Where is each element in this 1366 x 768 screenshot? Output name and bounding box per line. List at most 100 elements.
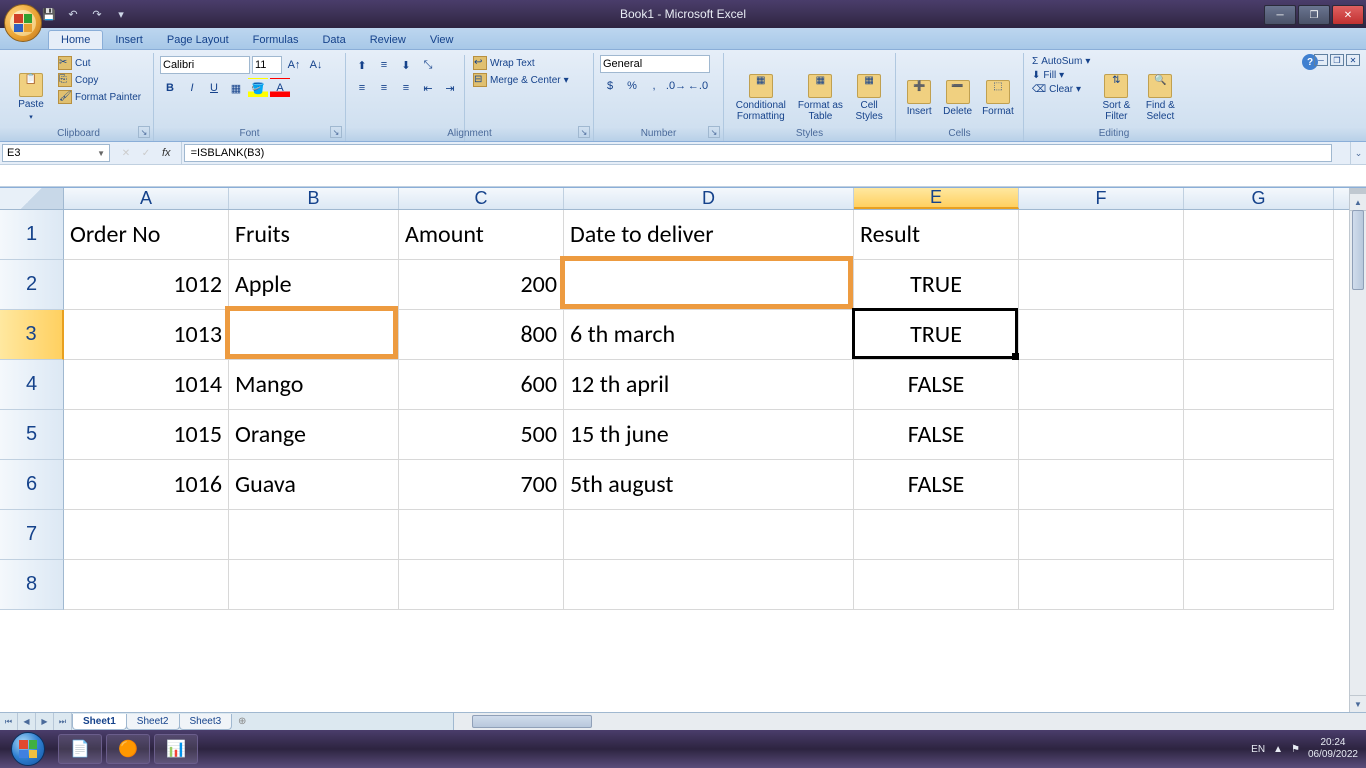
align-right-button[interactable]: ≡ [396,78,416,98]
cell-C5[interactable]: 500 [399,410,564,460]
tray-clock[interactable]: 20:24 06/09/2022 [1308,737,1358,761]
cell-F6[interactable] [1019,460,1184,510]
tab-formulas[interactable]: Formulas [241,31,311,49]
decrease-decimal-button[interactable]: ←.0 [688,76,708,96]
cell-D4[interactable]: 12 th april [564,360,854,410]
scroll-down-button[interactable]: ▼ [1350,695,1366,712]
chevron-down-icon[interactable]: ▼ [97,149,105,158]
cell-E6[interactable]: FALSE [854,460,1019,510]
clear-button[interactable]: ⌫ Clear ▾ [1030,83,1092,96]
align-left-button[interactable]: ≡ [352,78,372,98]
cell-A5[interactable]: 1015 [64,410,229,460]
formula-input[interactable]: =ISBLANK(B3) [184,144,1332,162]
horizontal-scrollbar[interactable] [453,713,1366,730]
row-header-5[interactable]: 5 [0,410,64,460]
cell-A3[interactable]: 1013 [64,310,229,360]
scroll-thumb[interactable] [1352,210,1364,290]
decrease-indent-button[interactable]: ⇤ [418,78,438,98]
cell-D5[interactable]: 15 th june [564,410,854,460]
close-button[interactable]: ✕ [1332,5,1364,25]
cell-B3[interactable] [229,310,399,360]
bold-button[interactable]: B [160,78,180,98]
cell-B4[interactable]: Mango [229,360,399,410]
cell-A6[interactable]: 1016 [64,460,229,510]
scroll-up-button[interactable]: ▲ [1350,194,1366,211]
start-button[interactable] [0,730,56,768]
row-header-1[interactable]: 1 [0,210,64,260]
taskbar-browser-icon[interactable]: 🟠 [106,734,150,764]
wb-close-button[interactable]: ✕ [1346,54,1360,66]
underline-button[interactable]: U [204,78,224,98]
select-all-button[interactable] [0,188,64,209]
row-header-7[interactable]: 7 [0,510,64,560]
new-sheet-button[interactable]: ⊕ [231,713,253,730]
tab-review[interactable]: Review [358,31,418,49]
vertical-scrollbar[interactable]: ▲ ▼ [1349,188,1366,712]
cells-area[interactable]: Order NoFruitsAmountDate to deliverResul… [64,210,1334,610]
merge-center-button[interactable]: ⊟Merge & Center ▾ [471,72,571,88]
cell-D8[interactable] [564,560,854,610]
cell-E8[interactable] [854,560,1019,610]
alignment-dialog-launcher[interactable]: ↘ [578,126,590,138]
border-button[interactable]: ▦ [226,78,246,98]
cell-G1[interactable] [1184,210,1334,260]
cancel-formula-button[interactable]: ✕ [116,148,136,159]
cell-F3[interactable] [1019,310,1184,360]
redo-icon[interactable]: ↷ [86,3,108,25]
cell-F2[interactable] [1019,260,1184,310]
expand-formula-bar-button[interactable]: ⌄ [1350,142,1366,164]
cell-E7[interactable] [854,510,1019,560]
row-header-2[interactable]: 2 [0,260,64,310]
cell-G2[interactable] [1184,260,1334,310]
column-header-A[interactable]: A [64,188,229,209]
font-size-select[interactable] [252,56,282,74]
percent-button[interactable]: % [622,76,642,96]
align-top-button[interactable]: ⬆ [352,55,372,75]
undo-icon[interactable]: ↶ [62,3,84,25]
wb-restore-button[interactable]: ❐ [1330,54,1344,66]
cell-A8[interactable] [64,560,229,610]
cell-C2[interactable]: 200 [399,260,564,310]
align-center-button[interactable]: ≡ [374,78,394,98]
cell-B5[interactable]: Orange [229,410,399,460]
tray-flag-icon[interactable]: ⚑ [1291,744,1300,755]
cell-E4[interactable]: FALSE [854,360,1019,410]
cell-B7[interactable] [229,510,399,560]
column-header-F[interactable]: F [1019,188,1184,209]
column-header-G[interactable]: G [1184,188,1334,209]
sheet-tab-sheet2[interactable]: Sheet2 [126,714,180,730]
column-header-B[interactable]: B [229,188,399,209]
cell-C4[interactable]: 600 [399,360,564,410]
font-name-select[interactable] [160,56,250,74]
increase-decimal-button[interactable]: .0→ [666,76,686,96]
cell-D7[interactable] [564,510,854,560]
copy-button[interactable]: ⎘Copy [56,72,143,88]
hscroll-thumb[interactable] [472,715,592,728]
cell-G3[interactable] [1184,310,1334,360]
row-header-6[interactable]: 6 [0,460,64,510]
row-header-3[interactable]: 3 [0,310,64,360]
format-painter-button[interactable]: 🖌Format Painter [56,89,143,105]
clipboard-dialog-launcher[interactable]: ↘ [138,126,150,138]
fx-icon[interactable]: fx [156,147,177,159]
row-header-4[interactable]: 4 [0,360,64,410]
align-bottom-button[interactable]: ⬇ [396,55,416,75]
wb-minimize-button[interactable]: ─ [1314,54,1328,66]
tab-view[interactable]: View [418,31,466,49]
fill-color-button[interactable]: 🪣 [248,78,268,98]
cut-button[interactable]: ✂Cut [56,55,143,71]
wrap-text-button[interactable]: ↩Wrap Text [471,55,571,71]
enter-formula-button[interactable]: ✓ [136,148,156,159]
cell-A7[interactable] [64,510,229,560]
cell-F7[interactable] [1019,510,1184,560]
maximize-button[interactable]: ❐ [1298,5,1330,25]
number-dialog-launcher[interactable]: ↘ [708,126,720,138]
name-box[interactable]: E3▼ [2,144,110,162]
increase-font-button[interactable]: A↑ [284,55,304,75]
office-button[interactable] [4,4,42,42]
cell-G5[interactable] [1184,410,1334,460]
cell-G4[interactable] [1184,360,1334,410]
cell-D3[interactable]: 6 th march [564,310,854,360]
orientation-button[interactable]: ⤡ [418,55,438,75]
cell-E5[interactable]: FALSE [854,410,1019,460]
